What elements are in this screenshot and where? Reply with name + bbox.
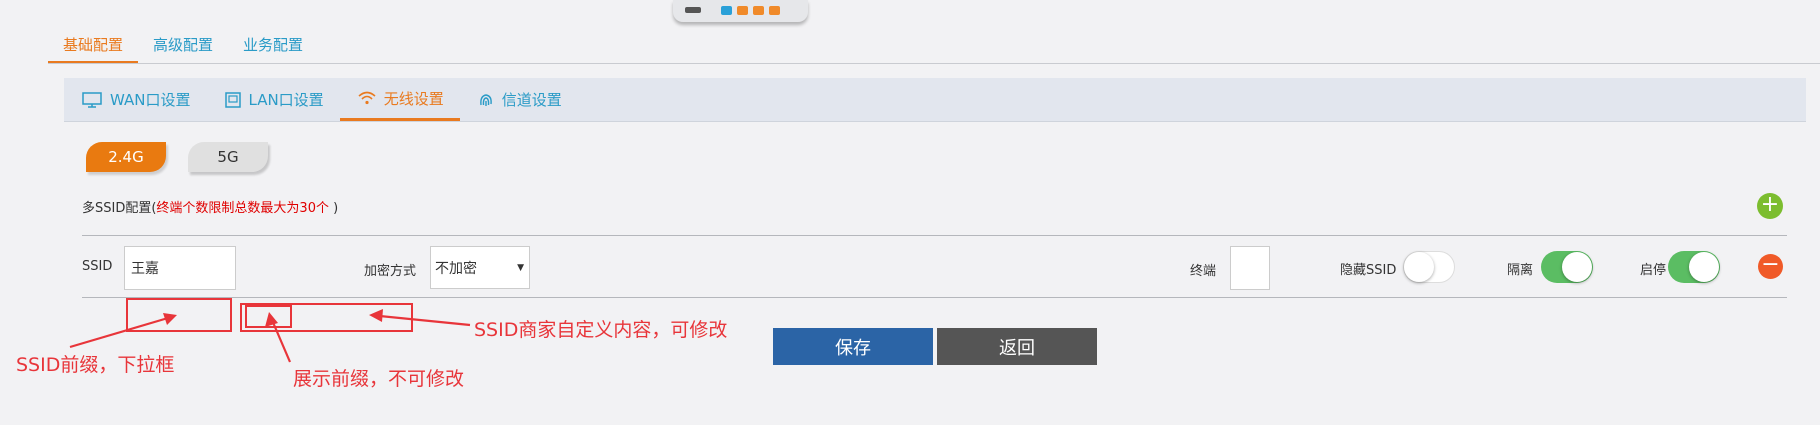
prefix-dropdown-note: SSID前缀，下拉框 [16,354,175,376]
save-button[interactable]: 保存 [773,328,933,365]
custom-content-note: SSID商家自定义内容，可修改 [474,319,728,341]
page: 基础配置 高级配置 业务配置 WAN口设置 LAN口设置 无线设置 信道设置 2… [0,0,1820,425]
back-button[interactable]: 返回 [937,328,1097,365]
display-prefix-note: 展示前缀，不可修改 [293,368,465,390]
